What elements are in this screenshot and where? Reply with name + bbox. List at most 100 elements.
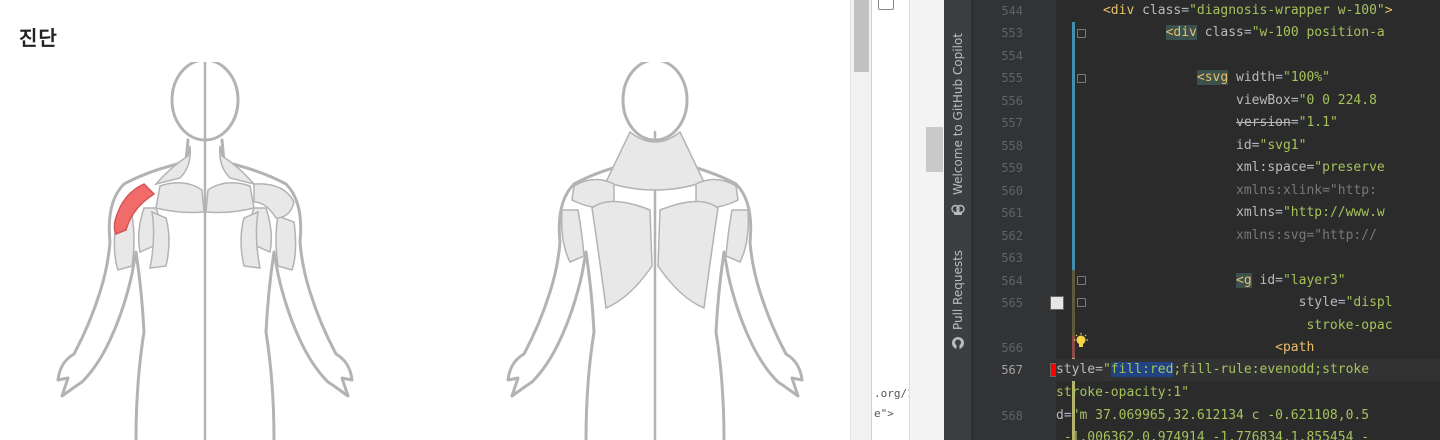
devtools-scroll-gutter[interactable] — [909, 0, 944, 440]
code-line[interactable] — [1056, 45, 1440, 67]
code-token: version — [1236, 115, 1291, 130]
code-token: width — [1228, 70, 1276, 85]
code-token: class — [1196, 25, 1244, 40]
code-token: = — [1063, 408, 1072, 423]
line-number: 558 — [1001, 139, 1023, 153]
line-number: 555 — [1001, 71, 1023, 85]
code-token: = — [1290, 115, 1299, 130]
pec-left — [155, 182, 205, 214]
code-token: "1.1" — [1298, 115, 1338, 130]
code-token: -1.006362,0.974914 -1.776834,1.855454 - — [1056, 430, 1370, 440]
github-icon[interactable] — [951, 336, 965, 350]
line-number: 554 — [1001, 49, 1023, 63]
code-token: = — [1275, 205, 1283, 220]
copilot-icon[interactable] — [951, 202, 965, 216]
code-line[interactable]: stroke-opac — [1056, 315, 1440, 337]
code-token: xmlns — [1236, 205, 1276, 220]
code-token: <div — [1165, 25, 1197, 40]
code-token: id — [1251, 273, 1276, 288]
pull-requests-tool-tab[interactable]: Pull Requests — [951, 250, 965, 330]
code-token: "diagnosis-wrapper w-100" — [1189, 3, 1385, 18]
code-token: "layer3" — [1282, 273, 1346, 288]
line-number: 561 — [1001, 206, 1023, 220]
code-editor[interactable]: <div class="diagnosis-wrapper w-100"> <d… — [1056, 0, 1440, 440]
copilot-tool-tab[interactable]: Welcome to GitHub Copilot — [951, 33, 965, 195]
line-number: 566 — [1001, 341, 1023, 355]
line-number: 544 — [1001, 4, 1023, 18]
page-title: 진단 — [19, 26, 58, 50]
line-number: 568 — [1001, 409, 1023, 423]
code-token: <g — [1236, 273, 1252, 288]
line-number: 559 — [1001, 161, 1023, 175]
code-token: "svg1" — [1259, 138, 1307, 153]
code-token: style — [1298, 295, 1338, 310]
body-back-diagram — [506, 62, 804, 440]
pec-right — [205, 182, 255, 214]
code-line[interactable]: <svg width="100%" — [1056, 67, 1440, 89]
code-token: "http://www.w — [1282, 205, 1385, 220]
devtools-code-fragment: .org/1 — [874, 387, 914, 400]
code-token: = — [1095, 362, 1103, 377]
code-line[interactable]: d="m 37.069965,32.612134 c -0.621108,0.5 — [1056, 405, 1440, 427]
code-line[interactable]: <div class="w-100 position-a — [1056, 22, 1440, 44]
line-number: 557 — [1001, 116, 1023, 130]
line-number: 562 — [1001, 229, 1023, 243]
code-token: > — [1384, 3, 1393, 18]
code-line[interactable]: version="1.1" — [1056, 112, 1440, 134]
code-line[interactable] — [1056, 247, 1440, 269]
code-line[interactable]: style="displ — [1056, 292, 1440, 314]
code-line[interactable]: xmlns="http://www.w — [1056, 202, 1440, 224]
code-line[interactable]: <div class="diagnosis-wrapper w-100"> — [1056, 0, 1440, 22]
head-back — [621, 62, 689, 142]
code-token: ;fill-rule:evenodd;stroke — [1173, 362, 1370, 377]
code-line[interactable]: stroke-opacity:1" — [1056, 382, 1440, 404]
code-token: = — [1275, 273, 1283, 288]
code-line[interactable]: style="fill:red;fill-rule:evenodd;stroke — [1056, 359, 1440, 381]
line-number: 565 — [1001, 296, 1023, 310]
code-token: d — [1056, 408, 1064, 423]
code-token: <div — [1102, 3, 1143, 18]
code-token: " — [1102, 362, 1111, 377]
code-token: <svg — [1196, 70, 1229, 85]
devtools-scrollbar-thumb[interactable] — [926, 127, 943, 172]
code-token: class — [1142, 3, 1182, 18]
browser-scrollbar[interactable] — [850, 0, 871, 440]
code-token: "preserve — [1314, 160, 1385, 175]
browser-scrollbar-thumb[interactable] — [854, 0, 869, 72]
code-token: = — [1290, 93, 1299, 108]
bicep-right — [275, 214, 297, 271]
devtools-code-fragment: e"> — [874, 407, 894, 420]
line-number: 553 — [1001, 26, 1023, 40]
line-number: 563 — [1001, 251, 1023, 265]
code-token: "0 0 224.8 — [1298, 93, 1377, 108]
oblique-right — [240, 210, 261, 269]
code-line[interactable]: -1.006362,0.974914 -1.776834,1.855454 - — [1056, 427, 1440, 440]
code-line[interactable]: <g id="layer3" — [1056, 270, 1440, 292]
code-token: "100%" — [1283, 70, 1330, 85]
code-token: fill:red — [1110, 362, 1174, 377]
code-token: style — [1056, 362, 1096, 377]
line-number-current: 567 — [1001, 363, 1023, 377]
ide-window: Welcome to GitHub Copilot Pull Requests … — [944, 0, 1440, 440]
devtools-tab-icon[interactable] — [878, 0, 894, 10]
lightbulb-icon[interactable] — [1072, 333, 1090, 355]
code-line[interactable]: xmlns:svg="http:// — [1056, 225, 1440, 247]
code-line[interactable]: id="svg1" — [1056, 135, 1440, 157]
code-token: xml — [1236, 160, 1260, 175]
code-token: = — [1337, 295, 1346, 310]
line-number-gutter: 544 553 554 555 556 557 558 559 560 561 … — [973, 0, 1086, 440]
code-token: "displ — [1345, 295, 1393, 310]
code-line[interactable]: xml:space="preserve — [1056, 157, 1440, 179]
code-line[interactable]: viewBox="0 0 224.8 — [1056, 90, 1440, 112]
oblique-left — [149, 210, 170, 269]
code-token: id — [1236, 138, 1252, 153]
line-number: 564 — [1001, 274, 1023, 288]
code-token: = — [1275, 70, 1283, 85]
code-token: stroke-opacity:1" — [1056, 385, 1190, 400]
code-line[interactable]: xmlns:xlink="http: — [1056, 180, 1440, 202]
code-token: = — [1251, 138, 1260, 153]
code-token: "m 37.069965,32.612134 c -0.621108,0.5 — [1071, 408, 1370, 423]
code-token: = — [1181, 3, 1190, 18]
code-line[interactable]: <path — [1056, 337, 1440, 359]
code-token: viewBox — [1236, 93, 1291, 108]
